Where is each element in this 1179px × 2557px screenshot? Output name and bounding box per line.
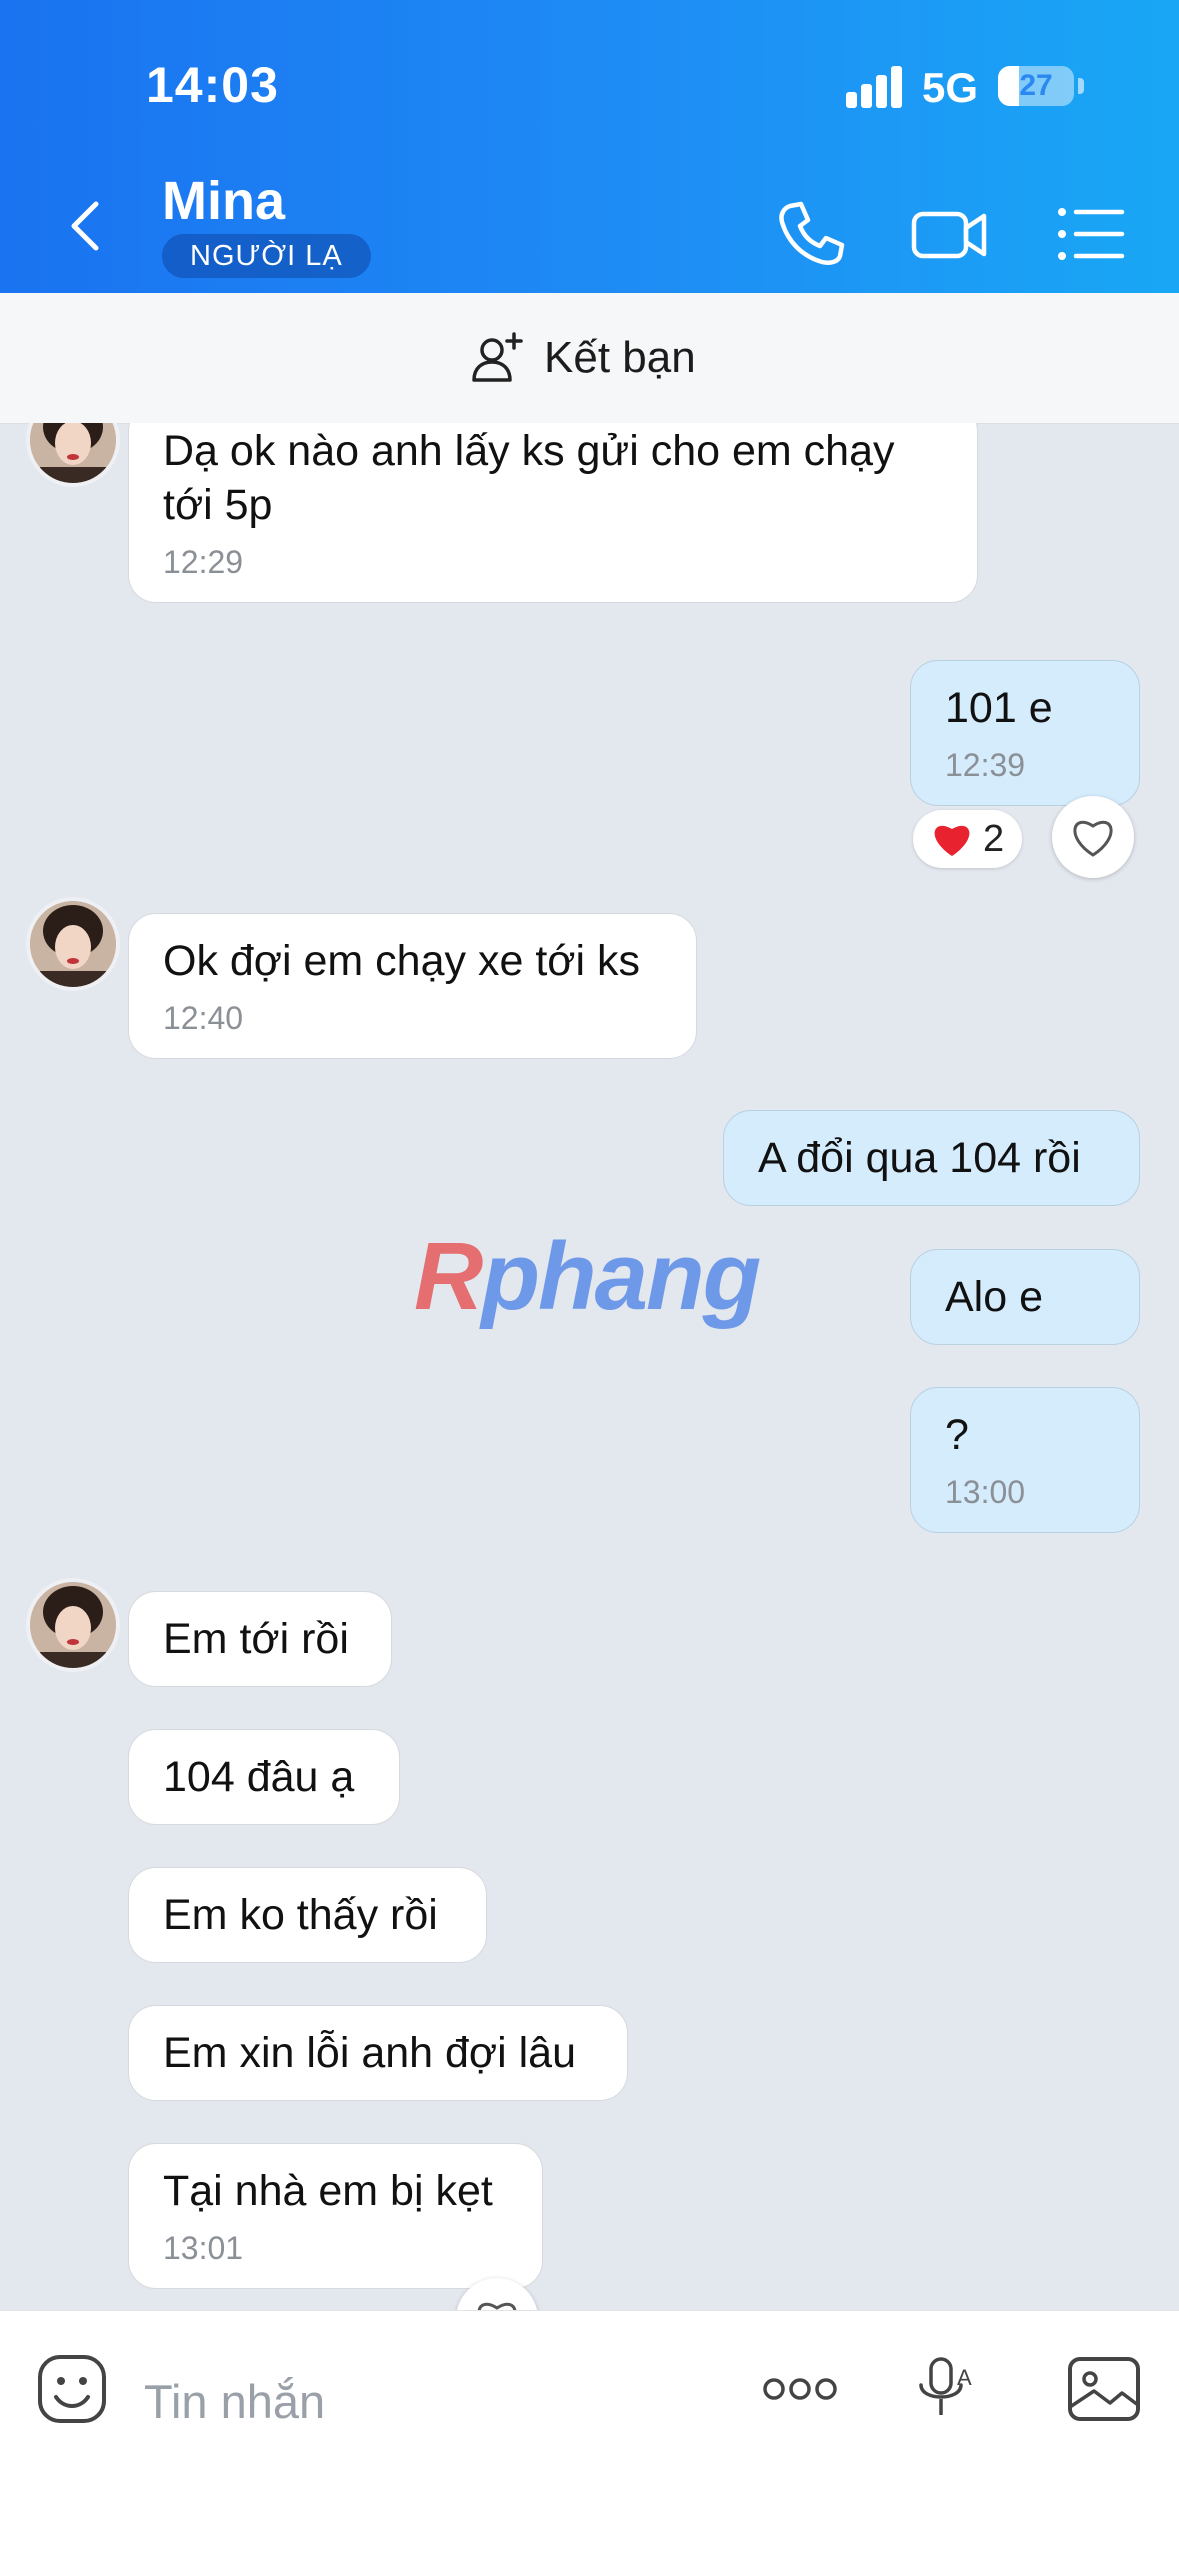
message-text: Dạ ok nào anh lấy ks gửi cho em chạy	[163, 427, 895, 475]
message-text: Em tới rồi	[163, 1615, 349, 1663]
add-user-icon	[472, 332, 523, 382]
message-text: Em xin lỗi anh đợi lâu	[163, 2029, 577, 2077]
status-time: 14:03	[146, 57, 279, 113]
message-time: 12:40	[163, 1000, 244, 1036]
heart-reaction-icon	[934, 825, 970, 856]
message-text: ?	[945, 1411, 969, 1459]
message-text: 101 e	[945, 684, 1053, 732]
message-time: 13:01	[163, 2230, 244, 2266]
message-input-bar: A	[0, 2310, 1179, 2557]
message-bubble-outgoing[interactable]: Alo e	[910, 1249, 1140, 1345]
message-time: 12:29	[163, 544, 244, 580]
message-text: Em ko thấy rồi	[163, 1891, 438, 1939]
message-text: A đổi qua 104 rồi	[758, 1134, 1081, 1182]
network-type: 5G	[922, 64, 979, 111]
message-input[interactable]	[142, 2355, 706, 2447]
message-bubble-outgoing[interactable]: A đổi qua 104 rồi	[723, 1110, 1140, 1206]
voice-to-text-icon[interactable]: A	[905, 2349, 985, 2429]
battery-percent: 27	[1019, 69, 1053, 102]
message-text: 104 đâu ạ	[163, 1753, 355, 1801]
stranger-badge: NGƯỜI LẠ	[162, 234, 371, 278]
message-bubble-incoming[interactable]: Tại nhà em bị kẹt 13:01	[128, 2143, 543, 2289]
message-text: Tại nhà em bị kẹt	[163, 2167, 493, 2215]
message-text: Alo e	[945, 1273, 1044, 1321]
message-time: 12:39	[945, 747, 1026, 783]
contact-avatar[interactable]	[26, 1578, 120, 1672]
reaction-count: 2	[983, 817, 1005, 860]
message-bubble-incoming[interactable]: Ok đợi em chạy xe tới ks 12:40	[128, 913, 697, 1059]
message-bubble-incoming[interactable]: Em tới rồi	[128, 1591, 392, 1687]
message-time: 13:00	[945, 1474, 1026, 1510]
heart-outline-icon	[1073, 820, 1113, 857]
contact-avatar[interactable]	[26, 423, 120, 487]
phone-call-icon[interactable]	[768, 192, 852, 276]
message-text: tới 5p	[163, 481, 273, 529]
like-heart-button[interactable]	[1052, 796, 1134, 878]
chat-header: 14:03 5G 27 Mina NGƯỜI LẠ	[0, 0, 1179, 293]
battery-icon: 27	[998, 66, 1074, 106]
contact-name[interactable]: Mina	[162, 170, 285, 232]
add-friend-button[interactable]: Kết bạn	[470, 323, 696, 393]
more-options-icon[interactable]	[760, 2349, 840, 2429]
cellular-signal-icon	[846, 66, 904, 108]
svg-text:A: A	[957, 2365, 972, 2390]
add-friend-bar: Kết bạn	[0, 293, 1179, 424]
menu-list-icon[interactable]	[1048, 192, 1132, 276]
message-bubble-outgoing[interactable]: ? 13:00	[910, 1387, 1140, 1533]
image-gallery-icon[interactable]	[1064, 2349, 1144, 2429]
message-bubble-incoming[interactable]: Dạ ok nào anh lấy ks gửi cho em chạy tới…	[128, 423, 978, 603]
contact-avatar[interactable]	[26, 897, 120, 991]
message-bubble-incoming[interactable]: 104 đâu ạ	[128, 1729, 400, 1825]
emoji-sticker-icon[interactable]	[32, 2349, 112, 2429]
message-list[interactable]: Dạ ok nào anh lấy ks gửi cho em chạy tới…	[0, 423, 1179, 2310]
back-arrow-icon[interactable]	[58, 196, 118, 256]
heart-outline-icon	[477, 2302, 517, 2310]
message-bubble-outgoing[interactable]: 101 e 12:39	[910, 660, 1140, 806]
message-bubble-incoming[interactable]: Em xin lỗi anh đợi lâu	[128, 2005, 628, 2101]
add-friend-label: Kết bạn	[544, 333, 696, 382]
message-bubble-incoming[interactable]: Em ko thấy rồi	[128, 1867, 487, 1963]
watermark-logo: Rphang	[414, 1223, 761, 1330]
message-text: Ok đợi em chạy xe tới ks	[163, 937, 640, 985]
video-call-icon[interactable]	[908, 192, 992, 276]
reaction-badge[interactable]: 2	[913, 810, 1023, 868]
battery-tip	[1078, 78, 1084, 94]
